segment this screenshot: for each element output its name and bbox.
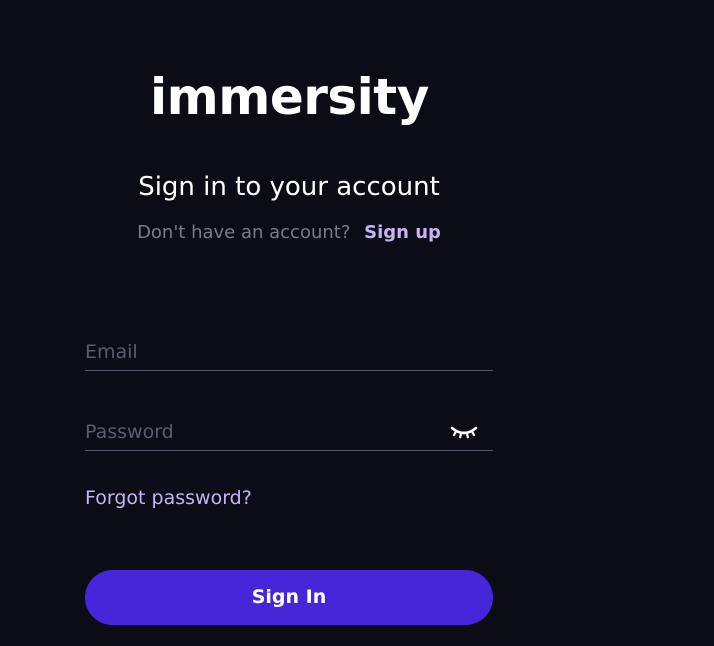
sign-in-button[interactable]: Sign In <box>85 570 493 625</box>
eye-closed-icon[interactable] <box>449 422 479 442</box>
signup-row: Don't have an account? Sign up <box>85 220 493 246</box>
password-field-container <box>85 414 493 451</box>
signup-prompt: Don't have an account? <box>137 222 351 243</box>
brand-logo: immersity <box>150 68 429 126</box>
signup-link[interactable]: Sign up <box>364 222 441 243</box>
password-field[interactable] <box>85 414 493 450</box>
email-field[interactable] <box>85 334 493 370</box>
email-field-container <box>85 334 493 371</box>
forgot-password-link[interactable]: Forgot password? <box>85 484 252 512</box>
page-title: Sign in to your account <box>138 172 440 202</box>
login-page: immersity Sign in to your account Don't … <box>0 0 714 646</box>
